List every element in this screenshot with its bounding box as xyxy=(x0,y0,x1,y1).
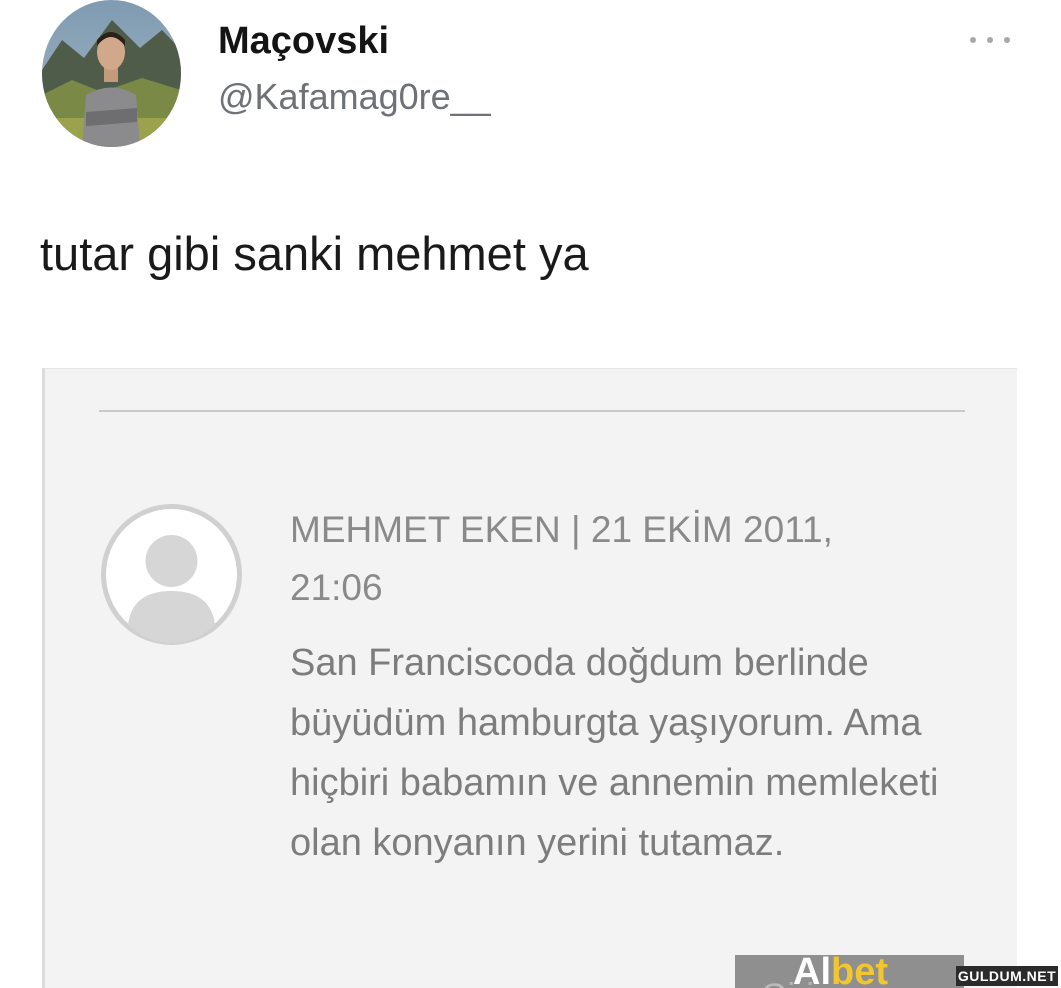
ellipsis-dot xyxy=(970,37,976,43)
ad-logo-accent: bet xyxy=(831,955,888,988)
comment-author-date: MEHMET EKEN | 21 EKİM 2011, 21:06 xyxy=(290,509,833,608)
divider xyxy=(99,410,965,412)
ellipsis-dot xyxy=(1004,37,1010,43)
ad-badge[interactable]: Giriş Albet xyxy=(735,955,964,988)
quoted-comment-card: MEHMET EKEN | 21 EKİM 2011, 21:06 San Fr… xyxy=(42,368,1017,988)
watermark: GULDUM.NET xyxy=(956,966,1058,986)
ellipsis-dot xyxy=(987,37,993,43)
tweet-text: tutar gibi sanki mehmet ya xyxy=(40,227,589,280)
default-user-icon xyxy=(100,503,243,646)
display-name[interactable]: Maçovski xyxy=(218,20,389,63)
comment-body: San Franciscoda doğdum berlinde büyüdüm … xyxy=(290,642,939,864)
ad-logo: Albet xyxy=(793,955,888,988)
avatar[interactable] xyxy=(42,0,181,147)
ad-logo-prefix: Al xyxy=(793,955,831,988)
avatar-photo xyxy=(42,0,181,147)
user-handle[interactable]: @Kafamag0re__ xyxy=(218,76,491,118)
ellipsis-icon[interactable] xyxy=(970,30,1010,50)
tweet-screenshot: Maçovski @Kafamag0re__ tutar gibi sanki … xyxy=(0,0,1061,988)
